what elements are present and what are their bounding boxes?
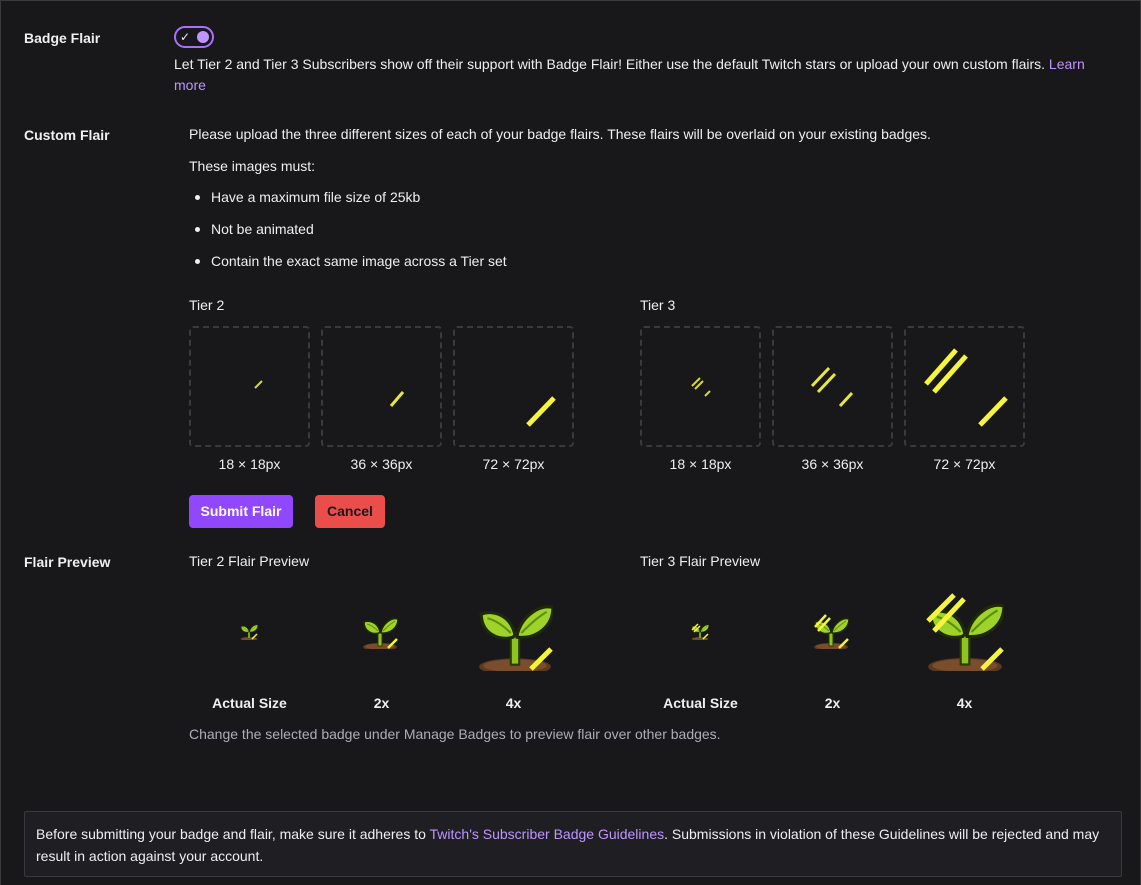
flair-image <box>810 366 854 408</box>
flair-preview-label: Flair Preview <box>24 554 111 570</box>
tier2-upload-label: Tier 2 <box>189 297 225 313</box>
requirement-item: Contain the exact same image across a Ti… <box>189 251 507 283</box>
tier2-preview-4x <box>477 605 553 671</box>
tier3-upload-36[interactable] <box>772 326 893 447</box>
tier2-preview-caption: 4x <box>505 695 522 711</box>
tier2-upload-36[interactable] <box>321 326 442 447</box>
tier3-preview-caption: Actual Size <box>663 695 738 711</box>
tier2-size-caption: 36 × 36px <box>350 456 413 472</box>
tier2-upload-72[interactable] <box>453 326 574 447</box>
badge-flair-description: Let Tier 2 and Tier 3 Subscribers show o… <box>174 56 1085 93</box>
custom-flair-intro: Please upload the three different sizes … <box>189 126 931 142</box>
guidelines-link[interactable]: Twitch's Subscriber Badge Guidelines <box>430 826 665 842</box>
tier3-upload-18[interactable] <box>640 326 761 447</box>
toggle-knob <box>197 31 209 43</box>
tier3-preview-4x <box>926 593 1004 671</box>
tier3-size-caption: 72 × 72px <box>933 456 996 472</box>
requirement-item: Not be animated <box>189 219 507 251</box>
flair-image <box>924 348 1008 427</box>
tier3-preview-label: Tier 3 Flair Preview <box>640 553 761 569</box>
badge-flair-toggle[interactable]: ✓ <box>174 26 214 48</box>
submit-flair-button[interactable]: Submit Flair <box>189 495 293 528</box>
custom-flair-label: Custom Flair <box>24 127 110 143</box>
tier3-upload-72[interactable] <box>904 326 1025 447</box>
tier3-preview-caption: 2x <box>824 695 841 711</box>
tier2-preview-actual <box>240 624 258 640</box>
tier3-preview-2x <box>813 614 849 649</box>
flair-image <box>691 377 711 397</box>
tier2-size-caption: 18 × 18px <box>218 456 281 472</box>
tier3-preview-caption: 4x <box>956 695 973 711</box>
guidelines-notice: Before submitting your badge and flair, … <box>24 811 1122 877</box>
tier3-size-caption: 36 × 36px <box>801 456 864 472</box>
tier2-size-caption: 72 × 72px <box>482 456 545 472</box>
check-icon: ✓ <box>180 30 191 44</box>
flair-image <box>254 380 263 389</box>
tier2-preview-label: Tier 2 Flair Preview <box>189 553 310 569</box>
notice-text: Before submitting your badge and flair, … <box>36 826 426 842</box>
tier3-size-caption: 18 × 18px <box>669 456 732 472</box>
flair-image <box>526 396 556 427</box>
tier2-preview-2x <box>362 617 398 649</box>
cancel-button[interactable]: Cancel <box>315 495 385 528</box>
requirements-list: Have a maximum file size of 25kb Not be … <box>189 187 507 283</box>
requirements-heading: These images must: <box>189 158 316 174</box>
badge-flair-label: Badge Flair <box>24 30 101 46</box>
tier3-upload-label: Tier 3 <box>640 297 676 313</box>
requirement-item: Have a maximum file size of 25kb <box>189 187 507 219</box>
tier2-preview-caption: 2x <box>373 695 390 711</box>
tier2-preview-caption: Actual Size <box>212 695 287 711</box>
tier3-preview-actual <box>691 623 709 640</box>
tier2-upload-18[interactable] <box>189 326 310 447</box>
preview-note: Change the selected badge under Manage B… <box>189 726 721 742</box>
flair-image <box>389 391 405 407</box>
